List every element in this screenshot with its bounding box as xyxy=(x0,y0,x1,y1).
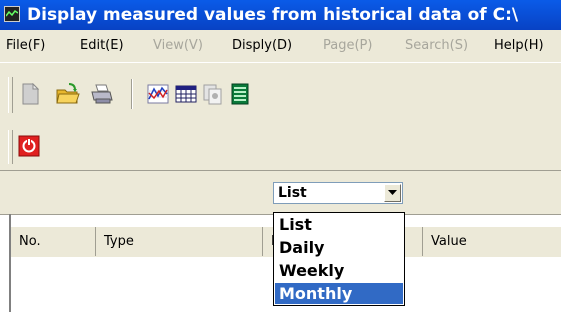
view-mode-bar: List xyxy=(0,170,561,215)
option-list[interactable]: List xyxy=(275,214,403,235)
menu-view[interactable]: View(V) xyxy=(153,30,203,62)
toolbar-grip[interactable] xyxy=(8,77,13,113)
print-icon[interactable] xyxy=(88,81,114,107)
menu-page[interactable]: Page(P) xyxy=(323,30,372,62)
power-stop-icon[interactable] xyxy=(16,133,42,159)
chart-icon[interactable] xyxy=(145,81,171,107)
menu-display[interactable]: Disply(D) xyxy=(232,30,292,62)
column-header-no[interactable]: No. xyxy=(11,227,96,256)
toolbar-separator xyxy=(131,79,133,109)
secondary-toolbar xyxy=(0,124,561,170)
column-header-type[interactable]: Type xyxy=(96,227,263,256)
copy-report-icon[interactable] xyxy=(200,81,226,107)
toolbar-grip[interactable] xyxy=(8,130,13,164)
menu-search[interactable]: Search(S) xyxy=(405,30,468,62)
window-title: Display measured values from historical … xyxy=(27,5,519,25)
chevron-down-icon[interactable] xyxy=(384,184,401,202)
view-mode-dropdown: List Daily Weekly Monthly xyxy=(273,212,405,306)
view-mode-value: List xyxy=(278,185,307,201)
column-header-value[interactable]: Value xyxy=(423,227,561,256)
main-toolbar xyxy=(0,62,561,125)
option-monthly[interactable]: Monthly xyxy=(275,283,403,304)
menu-edit[interactable]: Edit(E) xyxy=(80,30,124,62)
option-daily[interactable]: Daily xyxy=(275,237,403,258)
title-bar: Display measured values from historical … xyxy=(0,0,561,30)
app-icon xyxy=(4,6,20,22)
menu-help[interactable]: Help(H) xyxy=(494,30,544,62)
menu-file[interactable]: File(F) xyxy=(6,30,45,62)
new-file-icon[interactable] xyxy=(17,81,43,107)
calendar-table-icon[interactable] xyxy=(173,81,199,107)
view-mode-select[interactable]: List xyxy=(273,182,403,204)
open-folder-icon[interactable] xyxy=(54,81,80,107)
option-weekly[interactable]: Weekly xyxy=(275,260,403,281)
list-view-icon[interactable] xyxy=(227,81,253,107)
menu-bar: File(F) Edit(E) View(V) Disply(D) Page(P… xyxy=(0,30,561,62)
